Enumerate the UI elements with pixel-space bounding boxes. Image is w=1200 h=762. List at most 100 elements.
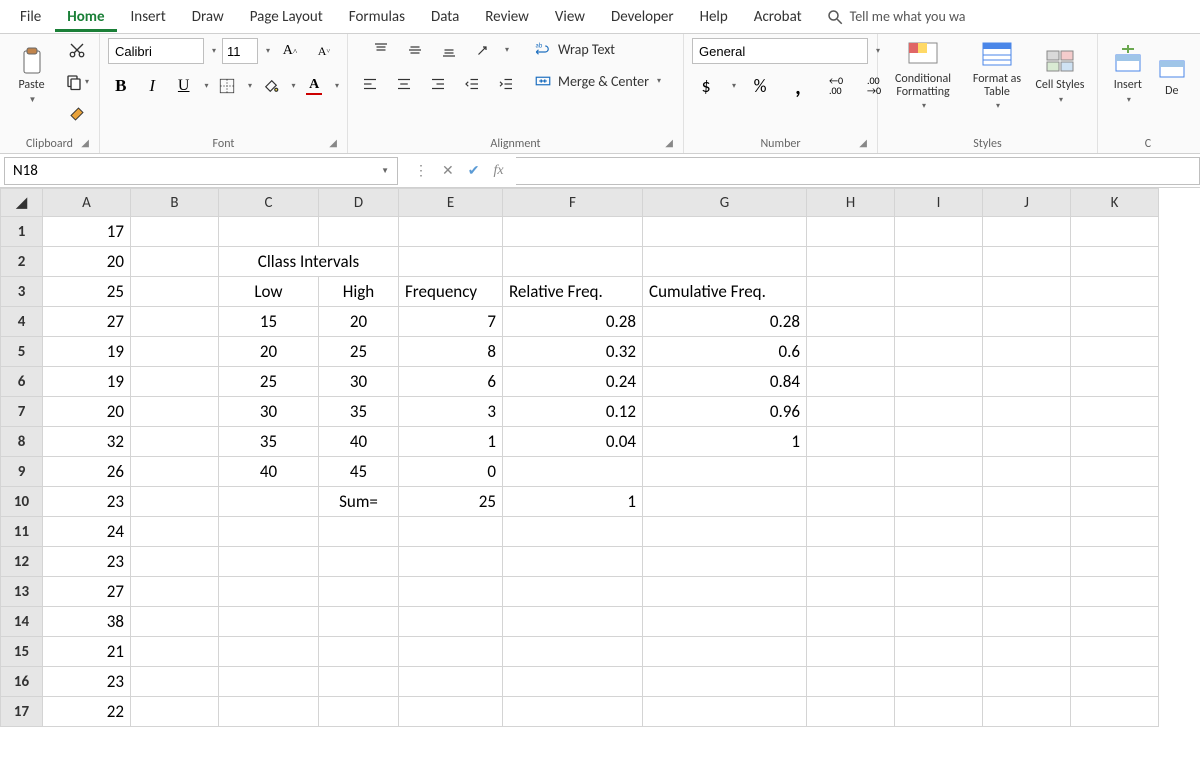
cell[interactable] bbox=[319, 667, 399, 697]
cell[interactable] bbox=[983, 367, 1071, 397]
cancel-formula-button[interactable]: ✕ bbox=[442, 162, 454, 179]
cell[interactable] bbox=[131, 607, 219, 637]
cell[interactable] bbox=[1071, 487, 1159, 517]
expand-formula-icon[interactable]: ⋮ bbox=[414, 162, 428, 179]
cell[interactable] bbox=[1071, 577, 1159, 607]
format-painter-button[interactable] bbox=[63, 102, 91, 126]
cell[interactable] bbox=[219, 697, 319, 727]
cell[interactable] bbox=[319, 637, 399, 667]
row-header[interactable]: 6 bbox=[1, 367, 43, 397]
font-name-input[interactable] bbox=[108, 38, 204, 64]
col-header[interactable]: I bbox=[895, 189, 983, 217]
cell[interactable] bbox=[895, 277, 983, 307]
cell[interactable] bbox=[983, 457, 1071, 487]
cell[interactable] bbox=[399, 637, 503, 667]
cell[interactable] bbox=[983, 547, 1071, 577]
chevron-down-icon[interactable]: ▾ bbox=[266, 46, 270, 56]
fx-button[interactable]: fx bbox=[493, 163, 503, 179]
row-header[interactable]: 16 bbox=[1, 667, 43, 697]
cell[interactable] bbox=[1071, 367, 1159, 397]
row-header[interactable]: 10 bbox=[1, 487, 43, 517]
cell[interactable] bbox=[131, 577, 219, 607]
cell[interactable] bbox=[895, 547, 983, 577]
align-middle-button[interactable] bbox=[401, 38, 429, 62]
cell[interactable]: 32 bbox=[43, 427, 131, 457]
cell[interactable] bbox=[399, 607, 503, 637]
tab-data[interactable]: Data bbox=[419, 2, 471, 32]
cell[interactable] bbox=[131, 517, 219, 547]
cell[interactable] bbox=[895, 397, 983, 427]
col-header[interactable]: E bbox=[399, 189, 503, 217]
cell[interactable]: 17 bbox=[43, 217, 131, 247]
cell[interactable]: 23 bbox=[43, 487, 131, 517]
col-header[interactable]: A bbox=[43, 189, 131, 217]
cell[interactable] bbox=[983, 607, 1071, 637]
chevron-down-icon[interactable]: ▾ bbox=[212, 46, 216, 56]
cell[interactable]: 26 bbox=[43, 457, 131, 487]
cell[interactable] bbox=[983, 577, 1071, 607]
increase-font-button[interactable]: A˄ bbox=[276, 39, 304, 63]
cell[interactable] bbox=[983, 667, 1071, 697]
cell[interactable] bbox=[319, 577, 399, 607]
increase-decimal-button[interactable]: ←0.00 bbox=[822, 74, 850, 98]
cell[interactable] bbox=[643, 697, 807, 727]
dialog-launcher-icon[interactable]: ◢ bbox=[329, 136, 337, 149]
cell[interactable]: 15 bbox=[219, 307, 319, 337]
cell[interactable] bbox=[219, 547, 319, 577]
col-header[interactable]: F bbox=[503, 189, 643, 217]
cell[interactable] bbox=[895, 307, 983, 337]
cell[interactable] bbox=[895, 457, 983, 487]
cell[interactable] bbox=[643, 607, 807, 637]
cell[interactable] bbox=[807, 277, 895, 307]
cell[interactable]: 24 bbox=[43, 517, 131, 547]
cell[interactable] bbox=[131, 247, 219, 277]
col-header[interactable]: J bbox=[983, 189, 1071, 217]
cell[interactable] bbox=[131, 487, 219, 517]
cell[interactable] bbox=[983, 217, 1071, 247]
row-header[interactable]: 13 bbox=[1, 577, 43, 607]
cell[interactable] bbox=[983, 277, 1071, 307]
cell[interactable] bbox=[131, 637, 219, 667]
cell[interactable] bbox=[895, 487, 983, 517]
cell[interactable] bbox=[807, 397, 895, 427]
cell[interactable] bbox=[503, 607, 643, 637]
cell[interactable] bbox=[503, 667, 643, 697]
cell[interactable]: 19 bbox=[43, 337, 131, 367]
increase-indent-button[interactable] bbox=[492, 72, 520, 96]
italic-button[interactable]: I bbox=[139, 74, 164, 98]
col-header[interactable]: G bbox=[643, 189, 807, 217]
cell[interactable]: 20 bbox=[219, 337, 319, 367]
tab-file[interactable]: File bbox=[8, 2, 53, 32]
cell[interactable]: Relative Freq. bbox=[503, 277, 643, 307]
tab-home[interactable]: Home bbox=[55, 2, 116, 32]
tab-insert[interactable]: Insert bbox=[119, 2, 178, 32]
cell[interactable]: Cumulative Freq. bbox=[643, 277, 807, 307]
row-header[interactable]: 3 bbox=[1, 277, 43, 307]
cell[interactable] bbox=[807, 217, 895, 247]
cell[interactable] bbox=[131, 457, 219, 487]
row-header[interactable]: 17 bbox=[1, 697, 43, 727]
cell[interactable]: 20 bbox=[43, 397, 131, 427]
tell-me-search[interactable]: Tell me what you wa bbox=[826, 8, 966, 26]
formula-input[interactable] bbox=[516, 157, 1200, 185]
cell[interactable] bbox=[807, 457, 895, 487]
cell[interactable] bbox=[1071, 667, 1159, 697]
cell[interactable] bbox=[643, 667, 807, 697]
cell[interactable]: 23 bbox=[43, 547, 131, 577]
col-header[interactable]: H bbox=[807, 189, 895, 217]
select-all-corner[interactable]: ◢ bbox=[1, 189, 43, 217]
align-right-button[interactable] bbox=[424, 72, 452, 96]
cell[interactable] bbox=[983, 247, 1071, 277]
row-header[interactable]: 7 bbox=[1, 397, 43, 427]
tab-help[interactable]: Help bbox=[688, 2, 740, 32]
tab-draw[interactable]: Draw bbox=[180, 2, 236, 32]
cell[interactable] bbox=[219, 667, 319, 697]
cell[interactable] bbox=[807, 367, 895, 397]
cell[interactable] bbox=[807, 637, 895, 667]
cell[interactable]: 0.28 bbox=[643, 307, 807, 337]
cell[interactable]: 30 bbox=[219, 397, 319, 427]
cell[interactable] bbox=[131, 397, 219, 427]
row-header[interactable]: 11 bbox=[1, 517, 43, 547]
font-size-input[interactable] bbox=[222, 38, 258, 64]
cell[interactable] bbox=[807, 607, 895, 637]
